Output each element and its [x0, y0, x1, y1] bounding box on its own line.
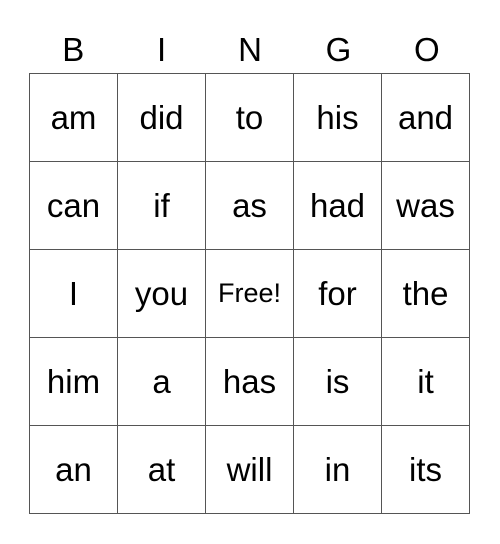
- bingo-cell[interactable]: you: [118, 250, 206, 338]
- bingo-header: B I N G O: [29, 28, 471, 72]
- bingo-cell[interactable]: at: [118, 426, 206, 514]
- header-letter-b: B: [62, 31, 85, 68]
- bingo-cell[interactable]: had: [294, 162, 382, 250]
- bingo-cell[interactable]: him: [30, 338, 118, 426]
- bingo-cell[interactable]: if: [118, 162, 206, 250]
- header-letter-n: N: [238, 31, 262, 68]
- bingo-card-grid: am did to his and can if as had was Iyou Free! for th…: [29, 73, 470, 514]
- bingo-cell[interactable]: did: [118, 74, 206, 162]
- bingo-cell[interactable]: his: [294, 74, 382, 162]
- bingo-cell[interactable]: was: [382, 162, 470, 250]
- bingo-cell[interactable]: am: [30, 74, 118, 162]
- bingo-cell[interactable]: for: [294, 250, 382, 338]
- bingo-cell[interactable]: has: [206, 338, 294, 426]
- bingo-cell[interactable]: its: [382, 426, 470, 514]
- bingo-cell[interactable]: as: [206, 162, 294, 250]
- bingo-cell[interactable]: to: [206, 74, 294, 162]
- header-letter-g: G: [325, 31, 352, 68]
- free-space-cell[interactable]: Free!: [206, 250, 294, 338]
- header-letter-i: I: [157, 31, 167, 68]
- bingo-cell[interactable]: I: [30, 250, 118, 338]
- bingo-cell[interactable]: it: [382, 338, 470, 426]
- bingo-cell[interactable]: is: [294, 338, 382, 426]
- header-letter-o: O: [413, 31, 440, 68]
- bingo-cell[interactable]: an: [30, 426, 118, 514]
- bingo-cell[interactable]: will: [206, 426, 294, 514]
- bingo-cell[interactable]: can: [30, 162, 118, 250]
- bingo-cell[interactable]: in: [294, 426, 382, 514]
- bingo-cell[interactable]: the: [382, 250, 470, 338]
- bingo-cell[interactable]: and: [382, 74, 470, 162]
- bingo-cell[interactable]: a: [118, 338, 206, 426]
